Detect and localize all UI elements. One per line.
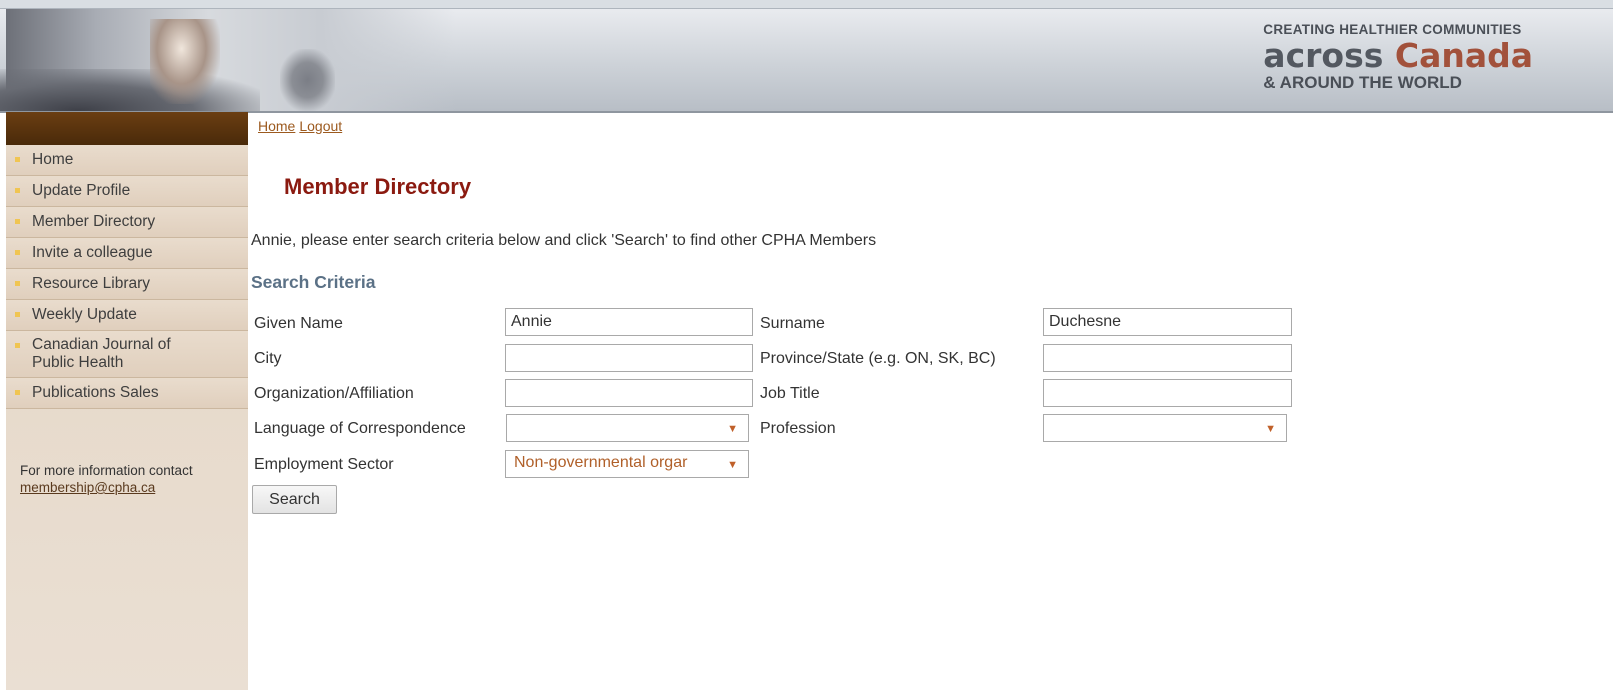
square-bullet-icon [15,250,20,255]
city-field[interactable] [505,344,753,372]
square-bullet-icon [15,312,20,317]
sidebar-item-label: Weekly Update [32,306,137,323]
square-bullet-icon [15,188,20,193]
sidebar-nav: Home Update Profile Member Directory Inv… [6,145,248,409]
employment-sector-value: Non-governmental orgar [514,454,688,471]
sidebar-item-label: Update Profile [32,182,131,199]
province-field[interactable] [1043,344,1292,372]
language-label: Language of Correspondence [254,420,466,437]
sidebar-item-invite-colleague[interactable]: Invite a colleague [6,238,248,269]
tagline-line1: CREATING HEALTHIER COMMUNITIES [1263,22,1522,37]
sidebar-header [6,112,248,145]
breadcrumb-logout-link[interactable]: Logout [299,118,342,134]
surname-label: Surname [760,315,825,332]
employment-sector-select[interactable]: Non-governmental orgar ▼ [505,450,749,478]
sidebar-item-resource-library[interactable]: Resource Library [6,269,248,300]
sidebar-item-label: Publications Sales [32,384,159,401]
banner-photo-shadow [0,69,260,111]
caret-down-icon: ▼ [727,459,738,471]
sidebar-item-publications-sales[interactable]: Publications Sales [6,378,248,409]
job-title-field[interactable] [1043,379,1292,407]
organization-field[interactable] [505,379,753,407]
caret-down-icon: ▼ [1265,423,1276,435]
tagline-across: across [1263,35,1384,75]
province-label: Province/State (e.g. ON, SK, BC) [760,350,996,367]
header-banner: CREATING HEALTHIER COMMUNITIES across Ca… [0,8,1613,113]
top-strip [0,0,1613,8]
sidebar-item-weekly-update[interactable]: Weekly Update [6,300,248,331]
search-criteria-heading: Search Criteria [251,272,376,292]
sidebar-item-home[interactable]: Home [6,145,248,176]
sidebar: Home Update Profile Member Directory Inv… [6,112,248,690]
sidebar-item-label-line1: Canadian Journal of [32,336,171,353]
square-bullet-icon [15,281,20,286]
square-bullet-icon [15,390,20,395]
given-name-label: Given Name [254,315,343,332]
square-bullet-icon [15,219,20,224]
sidebar-item-label: Invite a colleague [32,244,153,261]
profession-select[interactable]: ▼ [1043,414,1287,442]
sidebar-item-label: Resource Library [32,275,151,292]
sidebar-item-cjph[interactable]: Canadian Journal of Public Health [6,331,248,378]
employment-sector-label: Employment Sector [254,456,394,473]
tagline-canada: Canada [1394,35,1533,75]
surname-field[interactable] [1043,308,1292,336]
tagline-line3: & AROUND THE WORLD [1263,72,1462,92]
breadcrumb: Home Logout [258,118,346,134]
sidebar-item-label-line2: Public Health [32,354,124,371]
page-title: Member Directory [284,174,472,199]
caret-down-icon: ▼ [727,423,738,435]
banner-tagline: CREATING HEALTHIER COMMUNITIES across Ca… [1263,23,1533,91]
language-select[interactable]: ▼ [506,414,749,442]
given-name-field[interactable] [505,308,753,336]
square-bullet-icon [15,157,20,162]
tagline-line2: across Canada [1263,39,1533,72]
contact-email-link[interactable]: membership@cpha.ca [20,480,155,495]
search-button[interactable]: Search [252,485,337,514]
sidebar-item-label: Member Directory [32,213,156,230]
sidebar-contact-info: For more information contact membership@… [20,462,193,496]
profession-label: Profession [760,420,836,437]
city-label: City [254,350,282,367]
contact-text: For more information contact [20,463,193,478]
sidebar-item-member-directory[interactable]: Member Directory [6,207,248,238]
sidebar-item-update-profile[interactable]: Update Profile [6,176,248,207]
organization-label: Organization/Affiliation [254,385,414,402]
square-bullet-icon [15,343,20,348]
breadcrumb-home-link[interactable]: Home [258,118,295,134]
banner-figure-child [150,19,220,104]
intro-text: Annie, please enter search criteria belo… [251,232,877,249]
banner-figure-runner [280,49,335,111]
sidebar-item-label: Home [32,151,74,168]
job-title-label: Job Title [760,385,820,402]
